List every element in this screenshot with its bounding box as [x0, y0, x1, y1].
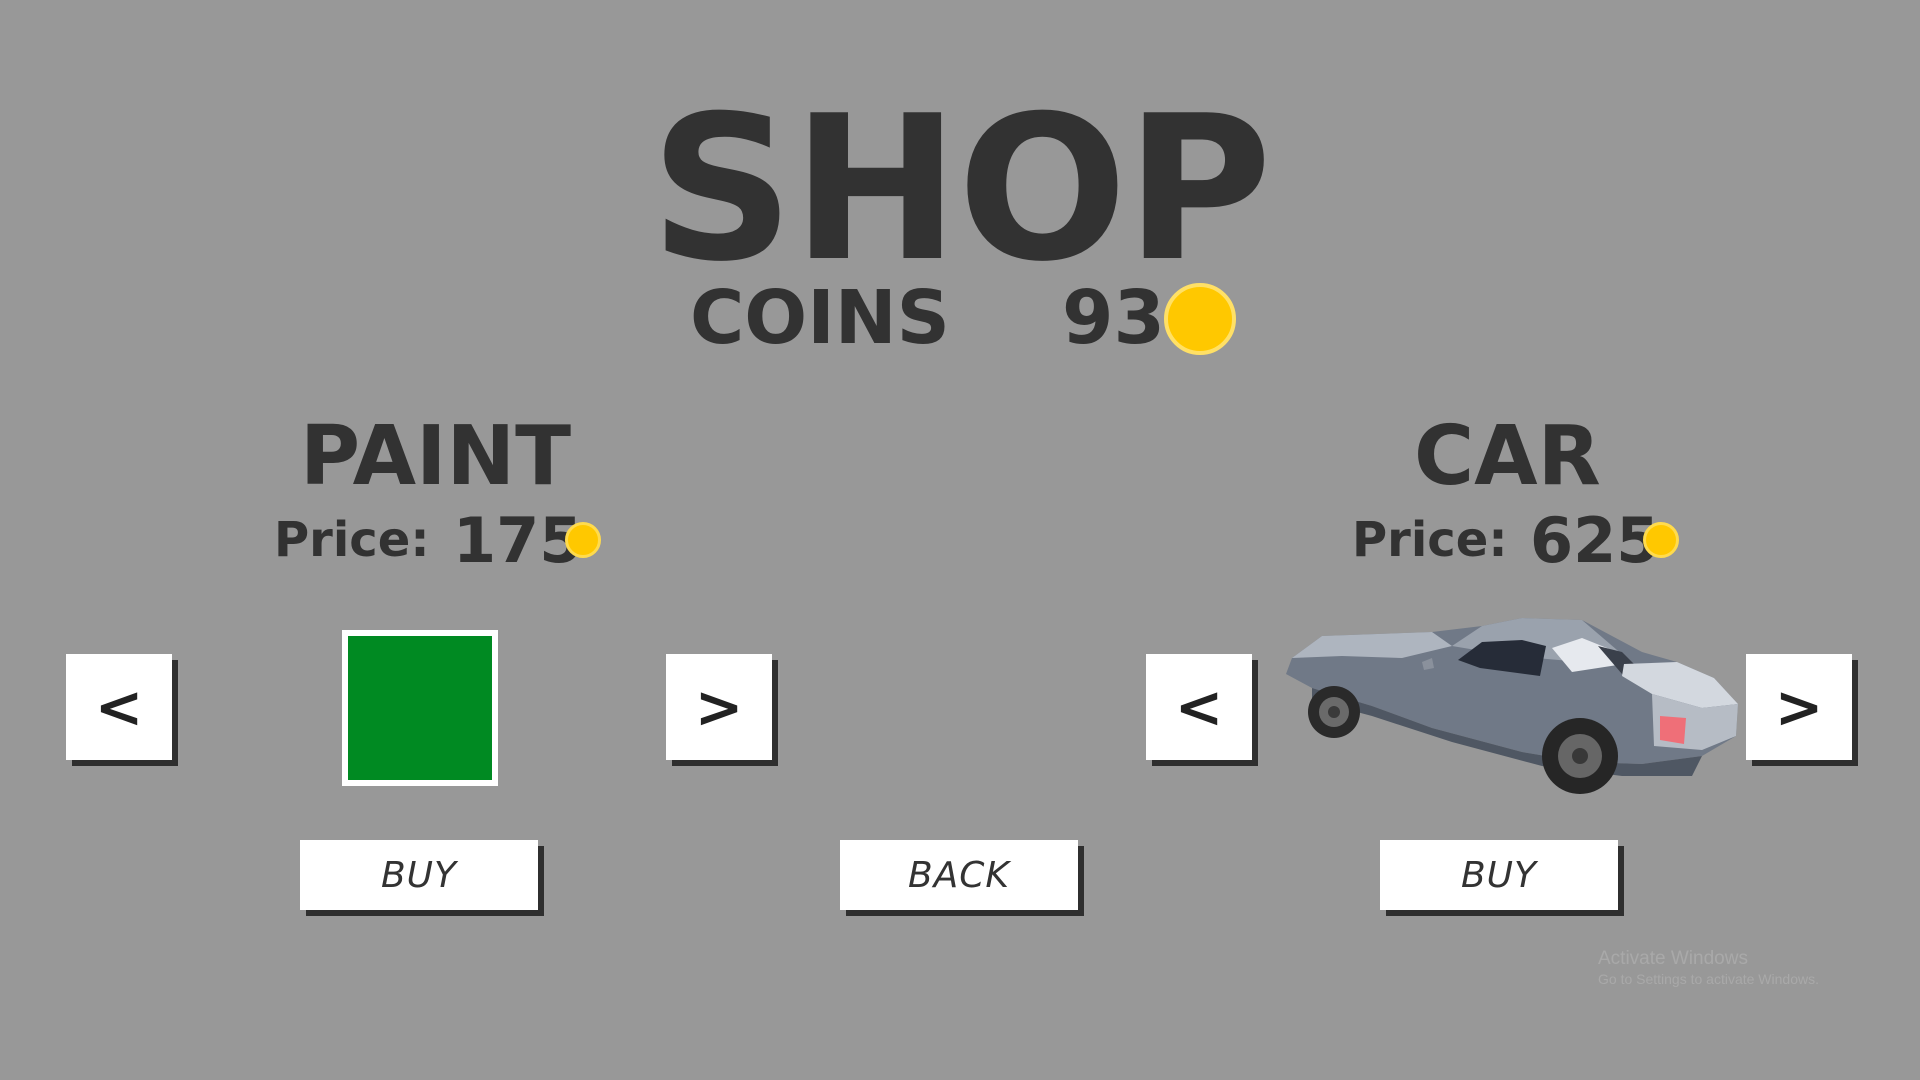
car-preview-icon [1286, 618, 1738, 794]
car-price-value: 625 [1530, 504, 1660, 577]
chevron-right-icon: > [1774, 673, 1824, 741]
paint-section-title: PAINT [300, 409, 572, 504]
paint-prev-button[interactable]: < [66, 654, 172, 760]
back-button[interactable]: BACK [840, 840, 1078, 910]
chevron-left-icon: < [1174, 673, 1224, 741]
coins-label: COINS [690, 275, 950, 361]
coin-icon [1164, 283, 1236, 355]
paint-price-value: 175 [453, 504, 583, 577]
watermark-subtitle: Go to Settings to activate Windows. [1598, 971, 1819, 987]
paint-buy-button[interactable]: BUY [300, 840, 538, 910]
paint-buy-label: BUY [380, 854, 458, 896]
car-next-button[interactable]: > [1746, 654, 1852, 760]
car-price-label: Price: [1352, 512, 1508, 568]
paint-color-swatch [342, 630, 498, 786]
watermark-title: Activate Windows [1598, 948, 1748, 969]
car-price-coin-icon [1643, 522, 1679, 558]
back-label: BACK [907, 854, 1011, 896]
car-section-title: CAR [1414, 409, 1601, 504]
car-buy-button[interactable]: BUY [1380, 840, 1618, 910]
paint-next-button[interactable]: > [666, 654, 772, 760]
paint-price-label: Price: [274, 512, 430, 568]
windows-activation-watermark: Activate Windows Go to Settings to activ… [1598, 948, 1819, 988]
chevron-left-icon: < [94, 673, 144, 741]
car-buy-label: BUY [1460, 854, 1538, 896]
page-title: SHOP [649, 73, 1272, 306]
chevron-right-icon: > [694, 673, 744, 741]
shop-screen: SHOP COINS 93 PAINT Price: 175 < > BUY B… [0, 0, 1920, 1080]
coins-value: 93 [1062, 275, 1165, 361]
paint-price-coin-icon [565, 522, 601, 558]
car-prev-button[interactable]: < [1146, 654, 1252, 760]
